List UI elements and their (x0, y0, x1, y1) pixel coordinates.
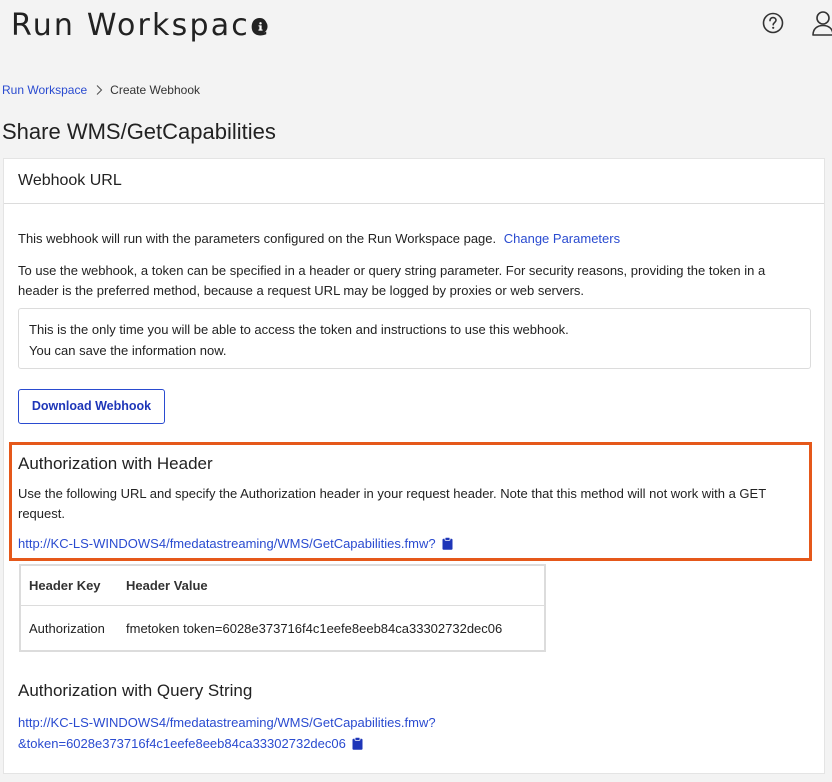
auth-query-url-line-1[interactable]: http://KC-LS-WINDOWS4/fmedatastreaming/W… (18, 712, 436, 733)
notice-line-2: You can save the information now. (29, 343, 227, 358)
download-webhook-button[interactable]: Download Webhook (18, 389, 165, 424)
table-row: Authorization fmetoken token=6028e373716… (20, 606, 545, 651)
cell-header-value: fmetoken token=6028e373716f4c1eefe8eeb84… (126, 620, 503, 636)
auth-header-url-link[interactable]: http://KC-LS-WINDOWS4/fmedatastreaming/W… (18, 536, 436, 551)
breadcrumb: Run Workspace Create Webhook (2, 83, 200, 97)
cell-header-key: Authorization (29, 620, 105, 636)
auth-query-url-block: http://KC-LS-WINDOWS4/fmedatastreaming/W… (18, 712, 436, 754)
intro-text: This webhook will run with the parameter… (18, 231, 497, 246)
breadcrumb-current: Create Webhook (110, 83, 200, 97)
notice-box: This is the only time you will be able t… (18, 308, 811, 369)
page-title: Share WMS/GetCapabilities (2, 119, 276, 144)
help-icon[interactable] (762, 12, 784, 34)
table-header-row: Header Key Header Value (20, 565, 545, 607)
auth-header-url-row: http://KC-LS-WINDOWS4/fmedatastreaming/W… (18, 536, 453, 551)
card-title: Webhook URL (18, 172, 122, 189)
auth-query-url-line-2[interactable]: &token=6028e373716f4c1eefe8eeb84ca333027… (18, 736, 346, 751)
card-header: Webhook URL (4, 159, 824, 204)
breadcrumb-run-workspace-link[interactable]: Run Workspace (2, 83, 87, 97)
intro-paragraph: This webhook will run with the parameter… (18, 231, 620, 246)
auth-header-description: Use the following URL and specify the Au… (18, 486, 766, 521)
header-table: Header Key Header Value Authorization fm… (19, 564, 546, 652)
auth-query-title: Authorization with Query String (18, 681, 253, 700)
token-info-text: To use the webhook, a token can be speci… (18, 263, 766, 298)
notice-line-1: This is the only time you will be able t… (29, 322, 569, 337)
auth-header-title: Authorization with Header (18, 454, 213, 473)
clipboard-icon[interactable] (442, 537, 453, 550)
app-title: Run Workspace (11, 8, 271, 43)
auth-query-url-line-2-row: &token=6028e373716f4c1eefe8eeb84ca333027… (18, 733, 436, 754)
webhook-card: Webhook URL This webhook will run with t… (3, 158, 825, 774)
top-bar: Run Workspace (0, 0, 832, 58)
user-icon[interactable] (811, 10, 832, 36)
info-icon[interactable] (253, 19, 268, 34)
column-header-value: Header Value (118, 565, 545, 607)
column-header-key: Header Key (20, 565, 118, 607)
chevron-right-icon (96, 85, 103, 95)
clipboard-icon[interactable] (352, 737, 363, 750)
change-parameters-link[interactable]: Change Parameters (504, 231, 620, 246)
